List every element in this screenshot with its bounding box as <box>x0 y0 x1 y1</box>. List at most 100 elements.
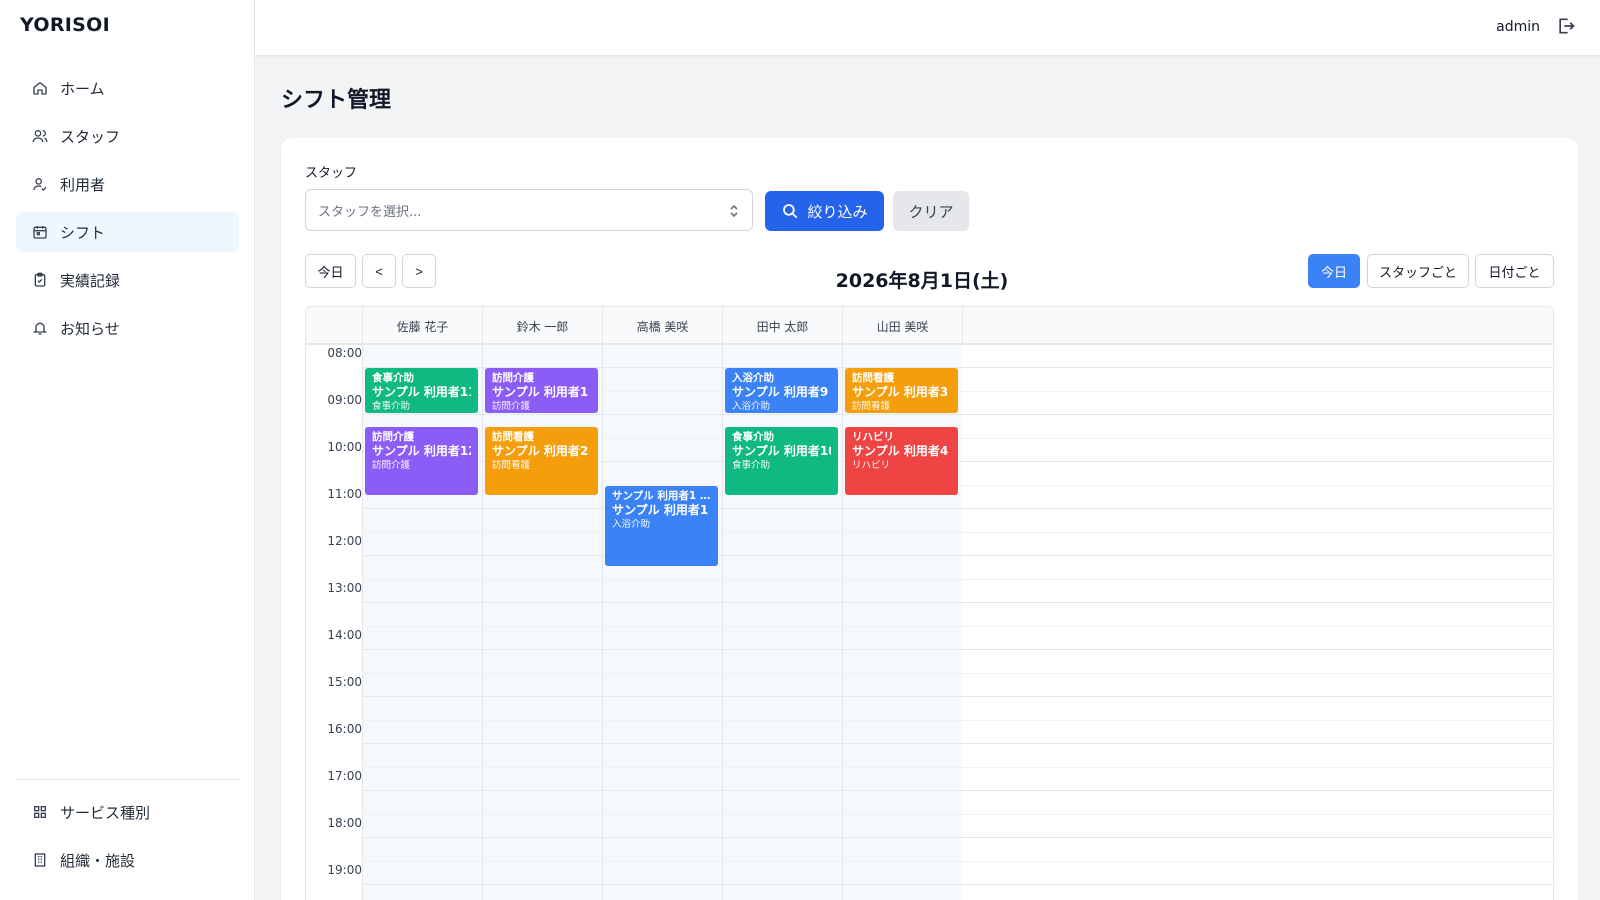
shift-event[interactable]: 訪問看護 サンプル 利用者2 訪問看護 <box>485 426 598 496</box>
shift-event-service: 入浴介助 <box>732 401 771 412</box>
shift-event-service: 食事介助 <box>372 401 411 412</box>
sidebar-item-records[interactable]: 実績記録 <box>16 260 239 300</box>
half-hour-gridline <box>362 532 1553 533</box>
hour-gridline <box>362 884 1553 885</box>
shift-event-title: 食事介助 <box>732 430 774 443</box>
half-hour-gridline <box>362 626 1553 627</box>
half-hour-gridline <box>362 720 1553 721</box>
calendar-date-title: 2026年8月1日(土) <box>835 270 1009 292</box>
today-button[interactable]: 今日 <box>305 254 356 288</box>
shift-event-service: 訪問介護 <box>492 401 531 412</box>
shift-event-title: サンプル 利用者1 ... <box>612 489 711 502</box>
shift-event-client: サンプル 利用者11 <box>372 385 471 399</box>
view-by-date-button[interactable]: 日付ごと <box>1475 254 1554 288</box>
filter-button[interactable]: 絞り込み <box>765 191 884 231</box>
users-icon <box>32 128 48 144</box>
view-by-staff-button[interactable]: スタッフごと <box>1367 254 1469 288</box>
half-hour-gridline <box>362 814 1553 815</box>
shift-event-title: 入浴介助 <box>732 372 774 384</box>
shift-calendar-grid: 佐藤 花子 鈴木 一郎 高橋 美咲 田中 太郎 山田 美咲 08:00 09:00… <box>305 306 1554 900</box>
shift-event[interactable]: 訪問看護 サンプル 利用者3 訪問看護 <box>845 368 958 413</box>
shift-event[interactable]: サンプル 利用者1 ... サンプル 利用者1 入浴介助 <box>605 485 718 566</box>
staff-select-placeholder: スタッフを選択... <box>318 204 422 220</box>
building-icon <box>32 852 48 868</box>
sidebar-item-service-types[interactable]: サービス種別 <box>16 792 239 832</box>
app-logo: YORISOI <box>20 14 110 36</box>
hour-gridline <box>362 602 1553 603</box>
bell-icon <box>32 320 48 336</box>
shift-event-service: 訪問看護 <box>852 401 891 412</box>
sidebar-item-shift[interactable]: シフト <box>16 212 239 252</box>
shift-event[interactable]: 食事介助 サンプル 利用者10 食事介助 <box>725 426 838 496</box>
calendar-header-row: 佐藤 花子 鈴木 一郎 高橋 美咲 田中 太郎 山田 美咲 <box>306 307 1553 345</box>
sidebar-item-organization[interactable]: 組織・施設 <box>16 840 239 880</box>
sidebar-item-label: ホーム <box>60 79 105 98</box>
shift-event-client: サンプル 利用者12 <box>372 443 471 458</box>
time-label: 14:00 <box>327 628 362 642</box>
shift-event-client: サンプル 利用者9 <box>732 385 829 399</box>
clear-button[interactable]: クリア <box>893 191 969 231</box>
shift-event[interactable]: リハビリ サンプル 利用者4 リハビリ <box>845 426 958 496</box>
sidebar-item-clients[interactable]: 利用者 <box>16 164 239 204</box>
time-label: 15:00 <box>327 675 362 689</box>
view-today-button[interactable]: 今日 <box>1308 254 1360 288</box>
shift-card: スタッフ スタッフを選択... 絞り込み クリア 今日 < > 2026年8月1… <box>281 138 1578 900</box>
grid-icon <box>32 804 48 820</box>
sidebar-item-home[interactable]: ホーム <box>16 68 239 108</box>
staff-column-header: 高橋 美咲 <box>602 307 722 345</box>
shift-event-service: 訪問看護 <box>492 459 531 471</box>
time-label: 10:00 <box>327 440 362 454</box>
sidebar-item-label: シフト <box>60 223 106 242</box>
shift-event[interactable]: 訪問介護 サンプル 利用者1 訪問介護 <box>485 368 598 413</box>
staff-column-header: 佐藤 花子 <box>362 307 482 345</box>
prev-button[interactable]: < <box>362 254 396 288</box>
staff-column[interactable] <box>602 345 722 900</box>
staff-filter-label: スタッフ <box>305 166 358 181</box>
column-divider <box>962 307 963 345</box>
sidebar-item-label: お知らせ <box>60 319 120 338</box>
shift-event-service: 訪問介護 <box>372 459 411 471</box>
shift-event-title: 訪問介護 <box>492 372 534 384</box>
shift-event-client: サンプル 利用者4 <box>852 443 949 458</box>
staff-select[interactable]: スタッフを選択... <box>305 189 753 231</box>
shift-event-title: リハビリ <box>852 430 894 443</box>
shift-event-title: 訪問看護 <box>852 372 894 384</box>
sidebar-item-label: 組織・施設 <box>60 851 136 870</box>
sidebar-item-staff[interactable]: スタッフ <box>16 116 239 156</box>
hour-gridline <box>362 649 1553 650</box>
time-label: 13:00 <box>327 581 362 595</box>
hour-gridline <box>362 743 1553 744</box>
time-label: 09:00 <box>327 393 362 407</box>
shift-event-client: サンプル 利用者2 <box>492 443 589 458</box>
shift-event-title: 食事介助 <box>372 372 414 384</box>
shift-event-title: 訪問介護 <box>372 430 414 443</box>
sidebar-item-label: 実績記録 <box>60 271 121 290</box>
shift-event[interactable]: 訪問介護 サンプル 利用者12 訪問介護 <box>365 426 478 496</box>
hour-gridline <box>362 414 1553 415</box>
logout-icon[interactable] <box>1556 16 1576 36</box>
sidebar-item-notices[interactable]: お知らせ <box>16 308 239 348</box>
hour-gridline <box>362 508 1553 509</box>
shift-event[interactable]: 食事介助 サンプル 利用者11 食事介助 <box>365 368 478 413</box>
shift-event-client: サンプル 利用者1 <box>612 502 709 517</box>
time-label: 17:00 <box>327 769 362 783</box>
half-hour-gridline <box>362 861 1553 862</box>
shift-event-service: 入浴介助 <box>612 518 651 530</box>
next-button[interactable]: > <box>402 254 436 288</box>
time-label: 11:00 <box>327 487 362 501</box>
shift-event-service: リハビリ <box>852 459 891 471</box>
shift-event-client: サンプル 利用者3 <box>852 385 949 399</box>
time-label: 08:00 <box>327 346 362 360</box>
staff-column-header: 鈴木 一郎 <box>482 307 602 345</box>
hour-gridline <box>362 555 1553 556</box>
shift-event-service: 食事介助 <box>732 459 771 471</box>
chevron-updown-icon <box>728 202 740 220</box>
shift-event-client: サンプル 利用者10 <box>732 443 831 458</box>
filter-button-label: 絞り込み <box>807 203 868 221</box>
time-label: 19:00 <box>327 863 362 877</box>
top-header: admin <box>255 0 1600 56</box>
half-hour-gridline <box>362 579 1553 580</box>
shift-event[interactable]: 入浴介助 サンプル 利用者9 入浴介助 <box>725 368 838 413</box>
sidebar-nav: ホーム スタッフ 利用者 シフト 実績記録 お知らせ <box>16 68 239 356</box>
sidebar-bottom-nav: サービス種別 組織・施設 <box>16 779 239 888</box>
